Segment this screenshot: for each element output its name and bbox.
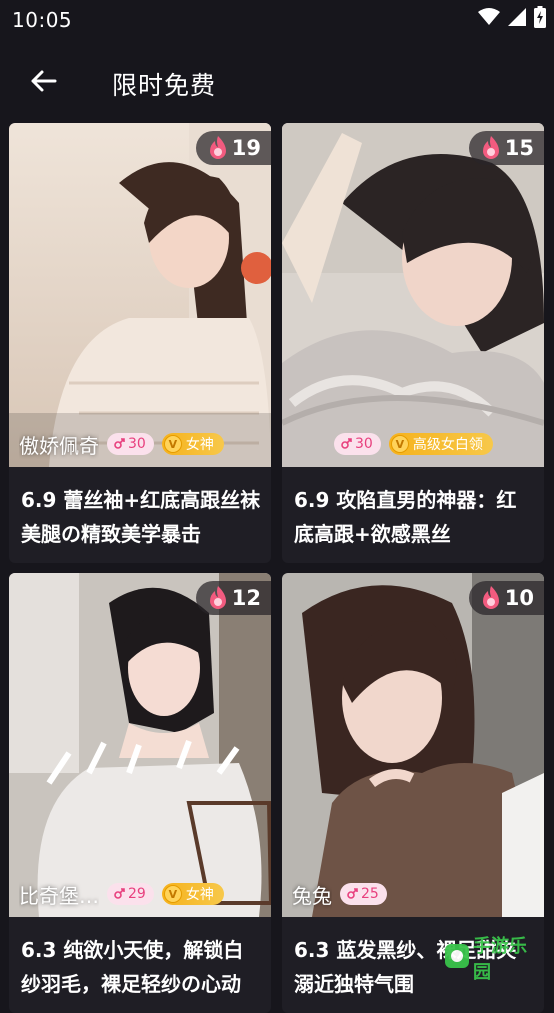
card-cover-image: 10 兔兔 25 bbox=[282, 573, 544, 917]
author-name[interactable]: 傲娇佩奇 bbox=[19, 430, 99, 459]
level-icon bbox=[113, 438, 125, 450]
level-value: 29 bbox=[128, 886, 146, 902]
heat-badge: 12 bbox=[195, 581, 271, 615]
level-icon bbox=[340, 438, 352, 450]
wifi-icon bbox=[478, 8, 500, 30]
card-meta: 兔兔 25 bbox=[292, 880, 387, 909]
page-title: 限时免费 bbox=[112, 71, 217, 100]
app-bar: 限时免费 bbox=[0, 52, 554, 112]
level-icon bbox=[346, 888, 358, 900]
vip-label: 女神 bbox=[185, 437, 214, 453]
back-button[interactable] bbox=[22, 62, 64, 104]
flame-icon bbox=[208, 586, 228, 610]
card-cover-image: 19 傲娇佩奇 30 V 女神 bbox=[9, 123, 271, 467]
vip-label: 高级女白领 bbox=[412, 437, 483, 453]
heat-badge: 15 bbox=[468, 131, 544, 165]
author-name[interactable]: 兔兔 bbox=[292, 880, 332, 909]
flame-icon bbox=[481, 586, 501, 610]
heat-badge: 19 bbox=[195, 131, 271, 165]
card-title: 6.9 攻陷直男的神器：红底高跟+欲感黑丝 bbox=[294, 488, 517, 546]
card-meta: 比奇堡… 29 V 女神 bbox=[19, 880, 224, 909]
card-title: 6.9 蕾丝袖+红底高跟丝袜美腿の精致美学暴击 bbox=[21, 488, 261, 546]
vip-badge: V 女神 bbox=[161, 433, 224, 455]
content-card[interactable]: 19 傲娇佩奇 30 V 女神 6.9 蕾丝袖+红底高跟丝袜美腿の精致美学暴击 bbox=[9, 123, 271, 563]
level-icon bbox=[113, 888, 125, 900]
signal-icon bbox=[508, 8, 526, 30]
author-name[interactable]: 比奇堡… bbox=[19, 880, 99, 909]
content-card[interactable]: 12 比奇堡… 29 V 女神 6.3 纯欲小天使，解锁白纱羽毛，裸足轻纱の心动 bbox=[9, 573, 271, 1013]
battery-charging-icon bbox=[534, 6, 546, 32]
watermark-logo-icon bbox=[444, 943, 470, 973]
content-card[interactable]: 15 30 V 高级女白领 6.9 攻陷直男的神器：红底高跟+欲感黑丝 bbox=[282, 123, 544, 563]
level-badge: 30 bbox=[107, 433, 154, 455]
level-value: 30 bbox=[128, 436, 146, 452]
card-meta: 30 V 高级女白领 bbox=[334, 431, 493, 457]
card-title: 6.3 纯欲小天使，解锁白纱羽毛，裸足轻纱の心动 bbox=[21, 938, 244, 996]
level-badge: 25 bbox=[340, 883, 387, 905]
watermark-text: 手游乐园 bbox=[473, 936, 527, 983]
heat-count: 10 bbox=[504, 586, 534, 610]
level-value: 30 bbox=[355, 436, 373, 452]
flame-icon bbox=[481, 136, 501, 160]
arrow-left-icon bbox=[29, 69, 57, 97]
vip-badge: V 高级女白领 bbox=[388, 433, 493, 455]
status-bar: 10:05 bbox=[0, 0, 554, 40]
vip-v-icon: V bbox=[163, 885, 182, 903]
vip-v-icon: V bbox=[390, 435, 409, 453]
level-badge: 30 bbox=[334, 433, 381, 455]
level-badge: 29 bbox=[107, 883, 154, 905]
flame-icon bbox=[208, 136, 228, 160]
vip-v-icon: V bbox=[163, 435, 182, 453]
heat-count: 12 bbox=[231, 586, 261, 610]
vip-badge: V 女神 bbox=[161, 883, 224, 905]
heat-count: 19 bbox=[231, 136, 261, 160]
heat-count: 15 bbox=[504, 136, 534, 160]
vip-label: 女神 bbox=[185, 887, 214, 903]
status-icons bbox=[478, 6, 546, 32]
card-cover-image: 12 比奇堡… 29 V 女神 bbox=[9, 573, 271, 917]
card-meta: 傲娇佩奇 30 V 女神 bbox=[19, 430, 224, 459]
status-time: 10:05 bbox=[12, 8, 73, 32]
card-cover-image: 15 30 V 高级女白领 bbox=[282, 123, 544, 467]
heat-badge: 10 bbox=[468, 581, 544, 615]
watermark: 手游乐园 bbox=[444, 936, 544, 983]
level-value: 25 bbox=[361, 886, 379, 902]
